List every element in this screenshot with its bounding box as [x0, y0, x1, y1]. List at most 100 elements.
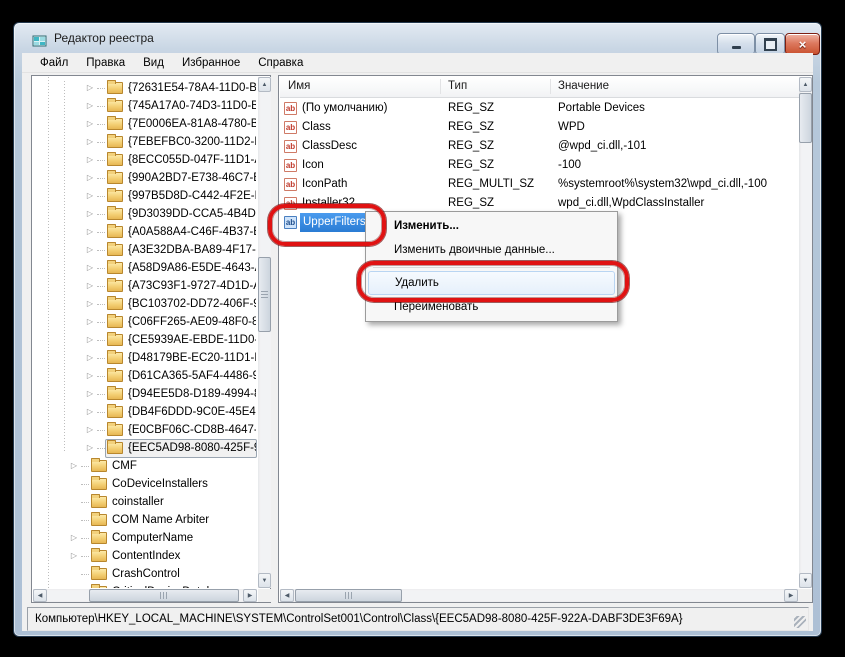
column-divider[interactable]	[550, 79, 551, 94]
expand-arrow-icon[interactable]: ▷	[83, 367, 97, 385]
scroll-down-button[interactable]: ▼	[799, 573, 812, 588]
expand-arrow-icon[interactable]: ▷	[83, 97, 97, 115]
expand-arrow-icon[interactable]: ▷	[83, 277, 97, 295]
menu-item[interactable]: Справка	[249, 53, 312, 73]
tree-item[interactable]: ▷ {E0CBF06C-CD8B-4647-BB8	[33, 421, 257, 439]
expand-arrow-icon[interactable]: ▷	[83, 223, 97, 241]
expand-arrow-icon[interactable]: ▷	[67, 547, 81, 565]
expand-arrow-icon[interactable]: ▷	[83, 205, 97, 223]
tree-item[interactable]: ▷ CrashControl	[33, 565, 257, 583]
expand-arrow-icon[interactable]: ▷	[83, 133, 97, 151]
tree-item-label: {E0CBF06C-CD8B-4647-BB8	[126, 424, 256, 436]
tree-item-label: {997B5D8D-C442-4F2E-BAF	[126, 190, 256, 202]
tree-item[interactable]: ▷ {DB4F6DDD-9C0E-45E4-959	[33, 403, 257, 421]
scroll-right-button[interactable]: ▶	[243, 589, 257, 602]
menu-item[interactable]: Файл	[31, 53, 77, 73]
expand-arrow-icon[interactable]: ▷	[67, 457, 81, 475]
column-header-type[interactable]: Тип	[448, 80, 467, 92]
column-header-name[interactable]: Имя	[288, 80, 310, 92]
expand-arrow-icon[interactable]: ▷	[83, 313, 97, 331]
panel-splitter[interactable]	[271, 75, 278, 603]
menu-item[interactable]: Избранное	[173, 53, 249, 73]
scroll-left-button[interactable]: ◀	[33, 589, 47, 602]
value-row[interactable]: ab IconPath REG_MULTI_SZ %systemroot%\sy…	[280, 175, 799, 194]
tree-item[interactable]: ▷ {990A2BD7-E738-46C7-B26	[33, 169, 257, 187]
tree-connector-stub	[97, 178, 105, 179]
tree-hscroll-thumb[interactable]	[89, 589, 239, 602]
expand-arrow-icon[interactable]: ▷	[83, 187, 97, 205]
tree-item[interactable]: ▷ {8ECC055D-047F-11D1-A53	[33, 151, 257, 169]
scroll-left-button[interactable]: ◀	[280, 589, 294, 602]
tree-item[interactable]: ▷ {BC103702-DD72-406F-9B2	[33, 295, 257, 313]
tree-item[interactable]: ▷ coinstaller	[33, 493, 257, 511]
tree-item-body: {A0A588A4-C46F-4B37-B7E	[105, 223, 257, 242]
expand-arrow-icon[interactable]: ▷	[83, 151, 97, 169]
tree-item[interactable]: ▷ COM Name Arbiter	[33, 511, 257, 529]
value-row[interactable]: ab Class REG_SZ WPD	[280, 118, 799, 137]
tree-item[interactable]: ▷ CoDeviceInstallers	[33, 475, 257, 493]
folder-icon	[107, 190, 123, 202]
tree-item[interactable]: ▷ ContentIndex	[33, 547, 257, 565]
column-header-value[interactable]: Значение	[558, 80, 609, 92]
resize-grip[interactable]	[794, 616, 806, 628]
tree-item[interactable]: ▷ {7EBEFBC0-3200-11D2-B4C	[33, 133, 257, 151]
tree-item[interactable]: ▷ {A3E32DBA-BA89-4F17-838	[33, 241, 257, 259]
tree-vertical-scrollbar[interactable]	[258, 77, 271, 588]
menu-item[interactable]: Вид	[134, 53, 173, 73]
expand-arrow-icon[interactable]: ▷	[83, 421, 97, 439]
context-menu-item[interactable]: Изменить двоичные данные...	[366, 238, 617, 262]
scroll-up-button[interactable]: ▲	[799, 77, 812, 92]
tree-item[interactable]: ▷ {745A17A0-74D3-11D0-B6F	[33, 97, 257, 115]
tree-item-body: {990A2BD7-E738-46C7-B26	[105, 169, 257, 188]
expand-arrow-icon[interactable]: ▷	[83, 241, 97, 259]
scroll-down-button[interactable]: ▼	[258, 573, 271, 588]
tree-item[interactable]: ▷ {A58D9A86-E5DE-4643-A69	[33, 259, 257, 277]
tree-item-label: {C06FF265-AE09-48F0-812C	[126, 316, 256, 328]
expand-arrow-icon[interactable]: ▷	[83, 79, 97, 97]
expand-arrow-icon[interactable]: ▷	[83, 169, 97, 187]
context-menu-item[interactable]: Изменить...	[366, 214, 617, 238]
values-hscroll-thumb[interactable]	[295, 589, 402, 602]
list-header: Имя Тип Значение	[280, 77, 799, 98]
tree-item[interactable]: ▷ {9D3039DD-CCA5-4B4D-B3	[33, 205, 257, 223]
expand-arrow-icon[interactable]: ▷	[83, 259, 97, 277]
expand-arrow-icon[interactable]: ▷	[83, 439, 97, 457]
tree-vscroll-thumb[interactable]	[258, 257, 271, 332]
values-vertical-scrollbar[interactable]	[799, 77, 812, 588]
column-divider[interactable]	[440, 79, 441, 94]
tree-item[interactable]: ▷ {D94EE5D8-D189-4994-83D	[33, 385, 257, 403]
tree-item[interactable]: ▷ ComputerName	[33, 529, 257, 547]
expand-arrow-icon[interactable]: ▷	[83, 331, 97, 349]
value-row[interactable]: ab ClassDesc REG_SZ @wpd_ci.dll,-101	[280, 137, 799, 156]
expand-arrow-icon[interactable]: ▷	[67, 529, 81, 547]
menu-item[interactable]: Правка	[77, 53, 134, 73]
expand-arrow-icon[interactable]: ▷	[83, 403, 97, 421]
expand-arrow-icon[interactable]: ▷	[83, 115, 97, 133]
minimize-button[interactable]	[717, 33, 755, 55]
tree-item-label: {A0A588A4-C46F-4B37-B7E	[126, 226, 256, 238]
tree-item[interactable]: ▷ {D48179BE-EC20-11D1-B6B	[33, 349, 257, 367]
maximize-button[interactable]	[755, 33, 785, 55]
tree-item[interactable]: ▷ {C06FF265-AE09-48F0-812C	[33, 313, 257, 331]
value-row[interactable]: ab (По умолчанию) REG_SZ Portable Device…	[280, 99, 799, 118]
values-vscroll-thumb[interactable]	[799, 93, 812, 143]
tree-item[interactable]: ▷ {72631E54-78A4-11D0-BCF7	[33, 79, 257, 97]
tree-item[interactable]: ▷ CriticalDeviceDatabase	[33, 583, 257, 588]
close-button[interactable]: ×	[785, 33, 820, 55]
tree-item[interactable]: ▷ {997B5D8D-C442-4F2E-BAF	[33, 187, 257, 205]
tree-item[interactable]: ▷ CMF	[33, 457, 257, 475]
tree-item[interactable]: ▷ {A73C93F1-9727-4D1D-ACE	[33, 277, 257, 295]
expand-arrow-icon[interactable]: ▷	[83, 295, 97, 313]
tree-item-body: {D61CA365-5AF4-4486-998	[105, 367, 257, 386]
tree-item[interactable]: ▷ {CE5939AE-EBDE-11D0-B18	[33, 331, 257, 349]
expand-arrow-icon[interactable]: ▷	[83, 349, 97, 367]
scroll-right-button[interactable]: ▶	[784, 589, 798, 602]
tree-item[interactable]: ▷ {A0A588A4-C46F-4B37-B7E	[33, 223, 257, 241]
scroll-up-button[interactable]: ▲	[258, 77, 271, 92]
expand-arrow-icon[interactable]: ▷	[83, 385, 97, 403]
tree-item[interactable]: ▷ {EEC5AD98-8080-425F-922A	[33, 439, 257, 457]
tree-item[interactable]: ▷ {D61CA365-5AF4-4486-998	[33, 367, 257, 385]
registry-app-icon	[32, 33, 48, 49]
tree-item[interactable]: ▷ {7E0006EA-81A8-4780-B0C8	[33, 115, 257, 133]
value-row[interactable]: ab Icon REG_SZ -100	[280, 156, 799, 175]
